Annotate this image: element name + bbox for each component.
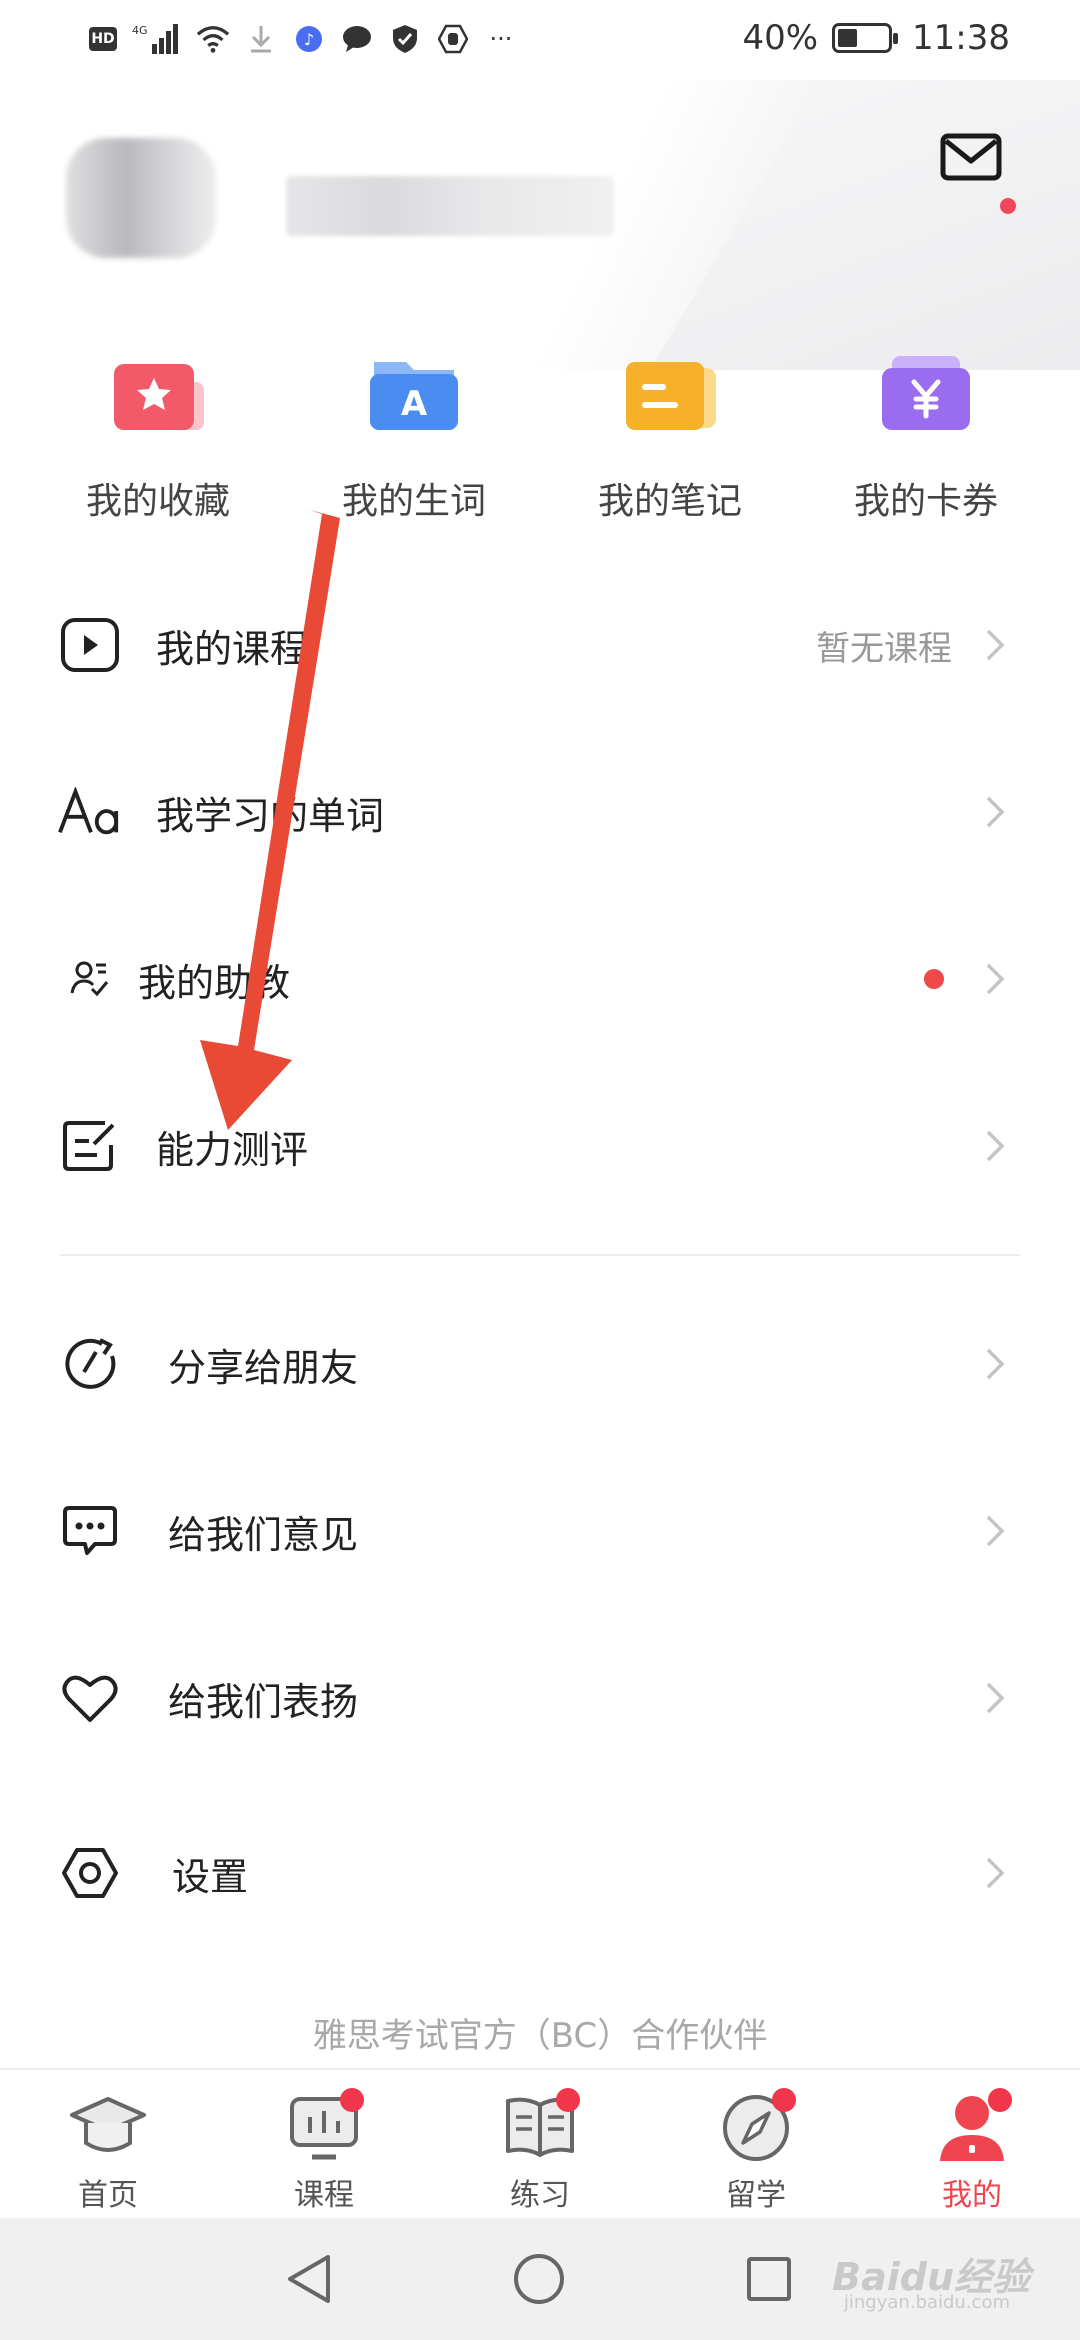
tab-home[interactable]: 首页: [0, 2070, 216, 2220]
tab-practice[interactable]: 练习: [432, 2070, 648, 2220]
menu-divider: [60, 1254, 1020, 1256]
chevron-right-icon: [980, 1853, 1010, 1893]
menu-sub-label: 暂无课程: [816, 628, 952, 669]
shield-icon: [388, 22, 422, 56]
menu-label: 我的课程: [156, 626, 309, 671]
more-notifications-icon: ···: [489, 25, 513, 53]
menu-item-feedback[interactable]: 给我们意见: [0, 1476, 1080, 1586]
tab-mine[interactable]: 我的: [864, 2070, 1080, 2220]
system-nav-bar: Baidu经验 jingyan.baidu.com: [0, 2218, 1080, 2340]
menu-label: 设置: [172, 1854, 249, 1899]
clock: 11:38: [912, 18, 1010, 58]
menu-label: 分享给朋友: [168, 1345, 359, 1390]
signal-icon: 4G: [132, 22, 182, 56]
quick-notes[interactable]: 我的笔记: [542, 340, 798, 550]
menu-item-assessment[interactable]: 能力测评: [0, 1091, 1080, 1201]
font-aa-icon: [58, 780, 122, 844]
yen-coupon-icon: [880, 352, 972, 438]
svg-text:A: A: [401, 384, 428, 424]
recents-square-icon[interactable]: [734, 2244, 804, 2314]
graduation-cap-icon: [70, 2092, 146, 2164]
star-folder-icon: [112, 352, 204, 438]
menu-label: 给我们意见: [168, 1512, 359, 1557]
home-circle-icon[interactable]: [504, 2244, 574, 2314]
tab-study-abroad[interactable]: 留学: [648, 2070, 864, 2220]
chevron-right-icon: [980, 1126, 1010, 1166]
mail-unread-dot: [1000, 198, 1016, 214]
username-blurred[interactable]: [286, 176, 614, 236]
settings-icon: [58, 1841, 122, 1905]
tab-badge: [556, 2088, 580, 2112]
tab-label: 首页: [78, 2178, 138, 2213]
quick-favorites-label: 我的收藏: [85, 481, 230, 522]
tab-badge: [988, 2088, 1012, 2112]
menu-label: 能力测评: [156, 1127, 309, 1172]
svg-text:4G: 4G: [132, 24, 148, 37]
menu-label: 我的助教: [138, 960, 291, 1005]
quick-vocabulary-label: 我的生词: [341, 481, 486, 522]
play-icon: [58, 613, 122, 677]
mail-icon[interactable]: [938, 124, 1004, 190]
download-icon: [244, 22, 278, 56]
music-app-icon: ♪: [292, 22, 326, 56]
quick-favorites[interactable]: 我的收藏: [30, 340, 286, 550]
menu-item-my-words[interactable]: 我学习的单词: [0, 757, 1080, 867]
quick-coupons[interactable]: 我的卡券: [798, 340, 1054, 550]
menu-label: 给我们表扬: [168, 1679, 359, 1724]
wifi-icon: [196, 22, 230, 56]
chevron-right-icon: [980, 1511, 1010, 1551]
status-icons: HD 4G ♪ ···: [88, 22, 518, 56]
edit-note-icon: [58, 1114, 122, 1178]
menu-item-my-courses[interactable]: 我的课程 暂无课程: [0, 590, 1080, 700]
hand-icon: [436, 22, 470, 56]
tab-label: 课程: [294, 2178, 354, 2213]
feedback-icon: [58, 1499, 122, 1563]
bottom-tab-bar: 首页 课程 练习 留学 我的: [0, 2068, 1080, 2218]
letter-a-folder-icon: A: [368, 352, 460, 438]
status-right: 40% 11:38: [742, 18, 1010, 58]
tab-label: 留学: [726, 2178, 786, 2213]
quick-actions: 我的收藏 A 我的生词 我的笔记 我的卡券: [0, 340, 1080, 550]
chevron-right-icon: [980, 1678, 1010, 1718]
tab-courses[interactable]: 课程: [216, 2070, 432, 2220]
header-background-shape: [650, 80, 1080, 370]
menu-item-share[interactable]: 分享给朋友: [0, 1309, 1080, 1419]
battery-percent: 40%: [742, 18, 819, 58]
menu-notification-dot: [924, 969, 944, 989]
menu-item-praise[interactable]: 给我们表扬: [0, 1643, 1080, 1753]
watermark-url: jingyan.baidu.com: [843, 2292, 1010, 2313]
quick-coupons-label: 我的卡券: [853, 481, 998, 522]
chevron-right-icon: [980, 1344, 1010, 1384]
quick-notes-label: 我的笔记: [597, 481, 742, 522]
chevron-right-icon: [980, 959, 1010, 999]
assistant-icon: [58, 947, 122, 1011]
menu-item-settings[interactable]: 设置: [0, 1818, 1080, 1928]
battery-icon: [832, 23, 899, 53]
chevron-right-icon: [980, 625, 1010, 665]
partner-text: 雅思考试官方（BC）合作伙伴: [312, 2016, 768, 2056]
chevron-right-icon: [980, 792, 1010, 832]
tab-badge: [772, 2088, 796, 2112]
heart-icon: [58, 1666, 122, 1730]
note-icon: [624, 352, 716, 438]
share-icon: [58, 1332, 122, 1396]
tab-label: 我的: [942, 2178, 1002, 2213]
hd-icon: HD: [88, 22, 118, 56]
chat-icon: [340, 22, 374, 56]
tab-badge: [340, 2088, 364, 2112]
quick-vocabulary[interactable]: A 我的生词: [286, 340, 542, 550]
menu-label: 我学习的单词: [156, 793, 385, 838]
tab-label: 练习: [510, 2178, 570, 2213]
menu-item-my-assistant[interactable]: 我的助教: [0, 924, 1080, 1034]
profile-header: [0, 80, 1080, 370]
avatar[interactable]: [66, 138, 216, 258]
status-bar: HD 4G ♪ ··· 40% 11:38: [0, 0, 1080, 80]
back-icon[interactable]: [274, 2244, 344, 2314]
